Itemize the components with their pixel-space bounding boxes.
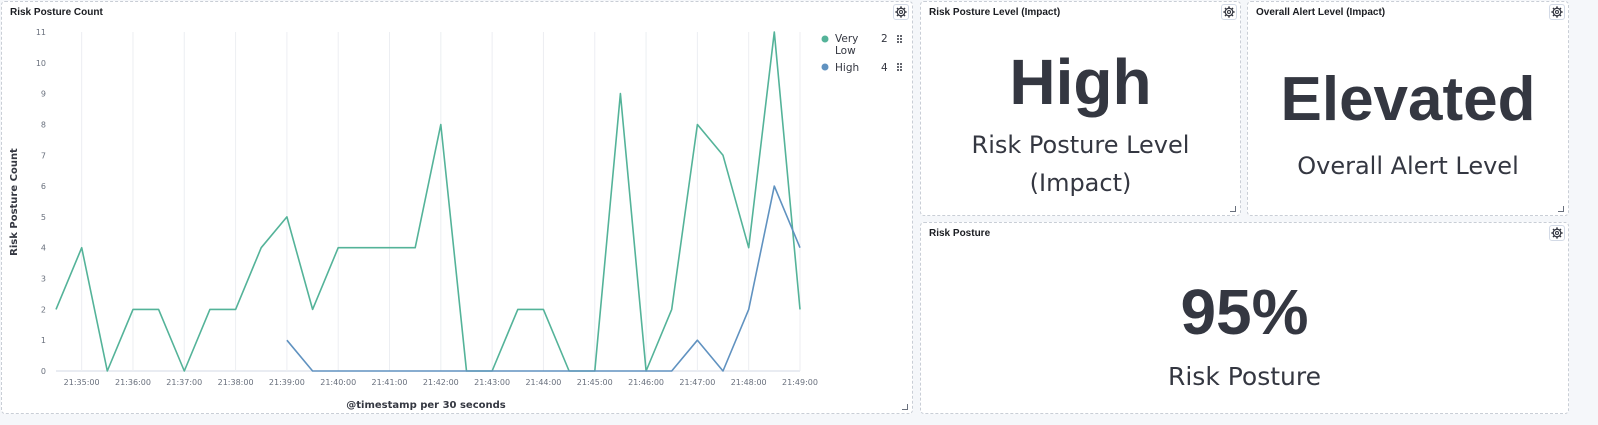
- resize-handle[interactable]: [1558, 206, 1564, 212]
- x-tick-label: 21:36:00: [115, 378, 151, 387]
- x-tick-label: 21:39:00: [269, 378, 305, 387]
- gear-icon: [1551, 6, 1563, 18]
- x-tick-label: 21:42:00: [423, 378, 459, 387]
- risk-posture-panel: Risk Posture 95% Risk Posture: [920, 222, 1569, 414]
- y-tick-label: 4: [41, 244, 46, 253]
- resize-handle[interactable]: [1230, 206, 1236, 212]
- metric-label: Overall Alert Level: [1297, 152, 1519, 180]
- legend-options-icon[interactable]: [897, 35, 902, 43]
- legend-options-icon[interactable]: [897, 63, 902, 71]
- panel-options-button[interactable]: [1221, 4, 1237, 20]
- legend-label-high: High: [835, 62, 859, 74]
- x-tick-label: 21:45:00: [577, 378, 613, 387]
- metric-value: High: [1009, 46, 1152, 118]
- legend-value-very-low: 2: [881, 33, 888, 45]
- y-tick-label: 2: [41, 305, 46, 314]
- y-tick-label: 10: [36, 59, 46, 68]
- y-tick-label: 0: [41, 367, 46, 376]
- y-tick-label: 8: [41, 120, 46, 129]
- y-tick-label: 5: [41, 213, 46, 222]
- legend-item-very-low[interactable]: Very Low 2: [821, 33, 903, 57]
- y-tick-label: 3: [41, 275, 46, 284]
- y-tick-label: 6: [41, 182, 46, 191]
- resize-handle[interactable]: [902, 404, 908, 410]
- risk-posture-level-panel: Risk Posture Level (Impact) High Risk Po…: [920, 1, 1241, 216]
- panel-title: Overall Alert Level (Impact): [1256, 7, 1386, 18]
- gear-icon: [1551, 227, 1563, 239]
- x-tick-label: 21:43:00: [474, 378, 510, 387]
- panel-title: Risk Posture Level (Impact): [929, 7, 1061, 18]
- panel-options-button[interactable]: [1549, 225, 1565, 241]
- x-tick-label: 21:38:00: [218, 378, 254, 387]
- x-tick-label: 21:47:00: [679, 378, 715, 387]
- metric-value: 95%: [1180, 276, 1309, 348]
- x-axis-label: @timestamp per 30 seconds: [346, 400, 506, 411]
- series-line-very-low[interactable]: [55, 31, 801, 372]
- metric-label: Risk Posture: [1167, 362, 1322, 391]
- x-tick-label: 21:48:00: [731, 378, 767, 387]
- y-tick-label: 1: [41, 336, 46, 345]
- legend-label-very-low: Very: [835, 33, 858, 45]
- legend-item-high[interactable]: High 4: [821, 62, 903, 74]
- x-tick-label: 21:46:00: [628, 378, 664, 387]
- y-tick-label: 11: [36, 28, 46, 37]
- risk-posture-count-panel: Risk Posture Count 0 1 2 3 4 5 6 7 8 9 10 11 21:35:…: [1, 1, 913, 414]
- gear-icon: [1223, 6, 1235, 18]
- metric-label: Risk Posture Level: [971, 131, 1190, 159]
- legend-value-high: 4: [881, 62, 888, 74]
- panel-options-button[interactable]: [1549, 4, 1565, 20]
- overall-alert-level-panel: Overall Alert Level (Impact) Elevated Ov…: [1247, 1, 1569, 216]
- y-tick-label: 7: [41, 151, 46, 160]
- metric-label-line2: (Impact): [1029, 169, 1132, 197]
- metric-value: Elevated: [1280, 65, 1536, 134]
- x-tick-label: 21:41:00: [372, 378, 408, 387]
- x-tick-label: 21:37:00: [166, 378, 202, 387]
- risk-posture-count-chart: 0 1 2 3 4 5 6 7 8 9 10 11 21:35:00 21:36:00 21:37:00 2…: [9, 28, 903, 411]
- x-tick-label: 21:44:00: [525, 378, 561, 387]
- y-tick-label: 9: [41, 90, 46, 99]
- x-tick-label: 21:49:00: [782, 378, 818, 387]
- panel-title: Risk Posture: [929, 228, 991, 239]
- x-tick-label: 21:35:00: [64, 378, 100, 387]
- x-tick-label: 21:40:00: [320, 378, 356, 387]
- legend-label-very-low-cont: Low: [835, 45, 856, 57]
- y-axis-label: Risk Posture Count: [9, 148, 20, 256]
